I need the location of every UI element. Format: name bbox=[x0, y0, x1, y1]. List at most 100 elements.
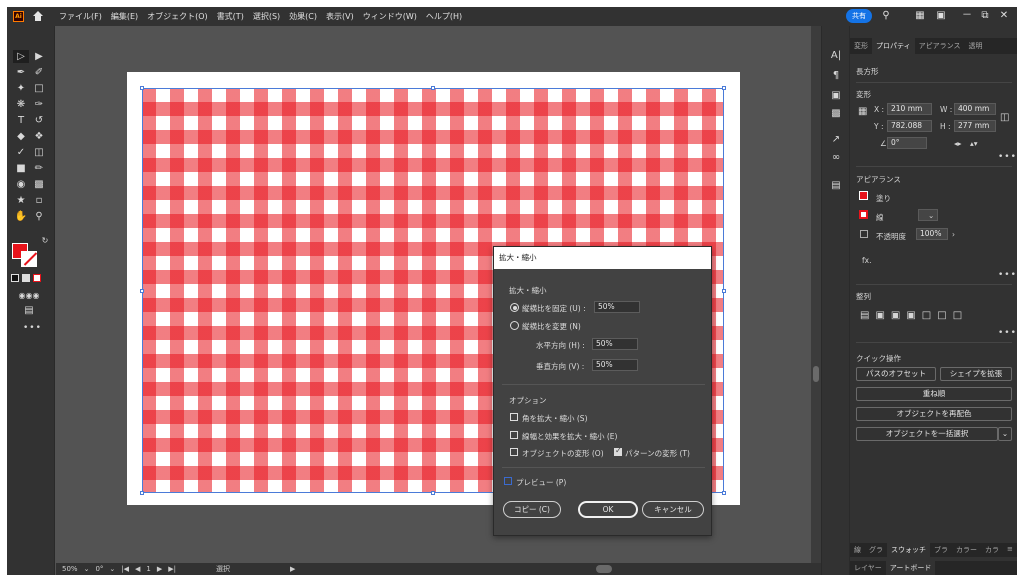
width-tool-icon[interactable]: ✓ bbox=[13, 146, 29, 159]
rotation-angle[interactable]: 0° bbox=[95, 565, 103, 573]
tab-artboards[interactable]: アートボード bbox=[885, 561, 936, 575]
export-panel-icon[interactable]: ↗ bbox=[829, 134, 843, 146]
select-same-button[interactable]: オブジェクトを一括選択 bbox=[856, 427, 998, 441]
tab-transform[interactable]: 変形 bbox=[850, 38, 872, 54]
offset-path-button[interactable]: パスのオフセット bbox=[856, 367, 936, 381]
transform-panel-icon[interactable]: ▩ bbox=[829, 108, 843, 120]
pen-tool-icon[interactable]: ✒ bbox=[13, 66, 29, 79]
flip-horizontal-icon[interactable]: ◂▸ bbox=[954, 139, 962, 148]
cancel-button[interactable]: キャンセル bbox=[642, 501, 704, 518]
eraser-tool-icon[interactable]: ◆ bbox=[13, 130, 29, 143]
resize-handle[interactable] bbox=[722, 86, 726, 90]
share-button[interactable]: 共有 bbox=[846, 9, 872, 23]
expand-shape-button[interactable]: シェイプを拡張 bbox=[940, 367, 1012, 381]
more-options-icon[interactable]: ••• bbox=[998, 328, 1017, 338]
copy-button[interactable]: コピー (C) bbox=[503, 501, 561, 518]
curvature-tool-icon[interactable]: ✐ bbox=[31, 66, 47, 79]
tab-properties[interactable]: プロパティ bbox=[872, 38, 915, 54]
scale-strokes-checkbox[interactable] bbox=[510, 431, 518, 439]
menu-edit[interactable]: 編集(E) bbox=[111, 11, 138, 22]
arrange-button[interactable]: 重ね順 bbox=[856, 387, 1012, 401]
more-options-icon[interactable]: ••• bbox=[998, 152, 1017, 162]
horizontal-scroll-thumb[interactable] bbox=[596, 565, 612, 573]
status-menu-arrow-icon[interactable]: ▶ bbox=[290, 565, 295, 573]
spiral-tool-icon[interactable]: ❋ bbox=[13, 98, 29, 111]
chevron-down-icon[interactable]: ⌄ bbox=[928, 211, 934, 220]
scale-corners-checkbox[interactable] bbox=[510, 413, 518, 421]
resize-handle[interactable] bbox=[431, 86, 435, 90]
pathfinder-panel-icon[interactable]: ▣ bbox=[829, 90, 843, 102]
menu-select[interactable]: 選択(S) bbox=[253, 11, 280, 22]
color-mode-icon[interactable] bbox=[11, 274, 19, 282]
menu-help[interactable]: ヘルプ(H) bbox=[426, 11, 462, 22]
constrain-proportions-icon[interactable]: ◫ bbox=[1000, 112, 1009, 123]
menu-file[interactable]: ファイル(F) bbox=[59, 11, 102, 22]
zoom-tool-icon[interactable]: ⚲ bbox=[31, 210, 47, 223]
resize-handle[interactable] bbox=[140, 491, 144, 495]
resize-handle[interactable] bbox=[722, 491, 726, 495]
paragraph-panel-icon[interactable]: ¶ bbox=[829, 70, 843, 82]
zoom-level[interactable]: 50% bbox=[62, 565, 78, 573]
resize-handle[interactable] bbox=[431, 491, 435, 495]
tab-color[interactable]: カラー bbox=[952, 543, 981, 557]
screen-mode-icon[interactable]: ▤ bbox=[21, 304, 37, 317]
h-field[interactable]: 277 mm bbox=[954, 120, 996, 132]
artboard-number[interactable]: 1 bbox=[146, 565, 150, 573]
magic-wand-icon[interactable]: ✦ bbox=[13, 82, 29, 95]
chevron-down-icon[interactable]: ⌄ bbox=[84, 565, 90, 573]
horizontal-scale-field[interactable]: 50% bbox=[592, 338, 638, 350]
current-tool-status[interactable]: 選択 bbox=[216, 564, 230, 574]
type-tool-icon[interactable]: T bbox=[13, 114, 29, 127]
close-icon[interactable]: ✕ bbox=[998, 10, 1010, 22]
more-options-icon[interactable]: ••• bbox=[998, 270, 1017, 280]
minimize-icon[interactable]: － bbox=[961, 10, 973, 22]
menu-type[interactable]: 書式(T) bbox=[217, 11, 244, 22]
tab-appearance[interactable]: アピアランス bbox=[915, 38, 965, 54]
blend-tool-icon[interactable]: ◉ bbox=[13, 178, 29, 191]
fx-button[interactable]: fx. bbox=[862, 256, 871, 265]
stroke-swatch-icon[interactable] bbox=[859, 210, 868, 219]
chevron-right-icon[interactable]: › bbox=[952, 230, 955, 239]
pin-tool-icon[interactable]: ★ bbox=[13, 194, 29, 207]
symbol-sprayer-icon[interactable]: ▩ bbox=[31, 178, 47, 191]
prev-artboard-icon[interactable]: ◀ bbox=[135, 565, 140, 573]
tab-stroke[interactable]: 線 bbox=[850, 543, 865, 557]
none-mode-icon[interactable] bbox=[33, 274, 41, 282]
opacity-field[interactable]: 100% bbox=[916, 228, 948, 240]
menu-effect[interactable]: 効果(C) bbox=[289, 11, 317, 22]
flip-vertical-icon[interactable]: ▴▾ bbox=[970, 139, 978, 148]
rectangle-tool-icon[interactable]: □ bbox=[31, 82, 47, 95]
transform-objects-checkbox[interactable] bbox=[510, 448, 518, 456]
scale-tool-icon[interactable]: ❖ bbox=[31, 130, 47, 143]
artboard-tool-icon[interactable]: ▫ bbox=[31, 194, 47, 207]
rotate-tool-icon[interactable]: ↺ bbox=[31, 114, 47, 127]
character-panel-icon[interactable]: A| bbox=[829, 50, 843, 62]
chevron-down-icon[interactable]: ⌄ bbox=[109, 565, 115, 573]
swap-colors-icon[interactable]: ↻ bbox=[37, 234, 53, 247]
next-artboard-icon[interactable]: ▶ bbox=[157, 565, 162, 573]
hand-tool-icon[interactable]: ✋ bbox=[13, 210, 29, 223]
uniform-radio[interactable] bbox=[510, 303, 519, 312]
ok-button[interactable]: OK bbox=[578, 501, 638, 518]
nonuniform-radio[interactable] bbox=[510, 321, 519, 330]
workspace-icon[interactable]: ▦ bbox=[914, 10, 926, 22]
restore-icon[interactable]: ⧉ bbox=[979, 10, 991, 22]
home-icon[interactable] bbox=[32, 10, 44, 23]
gradient-tool-icon[interactable]: ■ bbox=[13, 162, 29, 175]
first-artboard-icon[interactable]: |◀ bbox=[121, 565, 129, 573]
layers-panel-icon[interactable]: ▤ bbox=[829, 180, 843, 192]
resize-handle[interactable] bbox=[722, 289, 726, 293]
resize-handle[interactable] bbox=[140, 86, 144, 90]
more-tools-icon[interactable]: ••• bbox=[23, 323, 42, 333]
vertical-scrollbar[interactable] bbox=[811, 26, 821, 563]
align-buttons-row[interactable]: ▤▣▣▣□□□ bbox=[860, 310, 968, 321]
angle-field[interactable]: 0° bbox=[887, 137, 927, 149]
draw-modes-icon[interactable]: ◉◉◉ bbox=[13, 289, 45, 302]
resize-handle[interactable] bbox=[140, 289, 144, 293]
selection-tool-icon[interactable]: ▷ bbox=[13, 50, 29, 63]
vertical-scale-field[interactable]: 50% bbox=[592, 359, 638, 371]
search-icon[interactable]: ⚲ bbox=[880, 10, 892, 22]
fill-swatch-icon[interactable] bbox=[859, 191, 868, 200]
tab-color-guide[interactable]: カラ bbox=[981, 543, 1003, 557]
uniform-scale-field[interactable]: 50% bbox=[594, 301, 640, 313]
